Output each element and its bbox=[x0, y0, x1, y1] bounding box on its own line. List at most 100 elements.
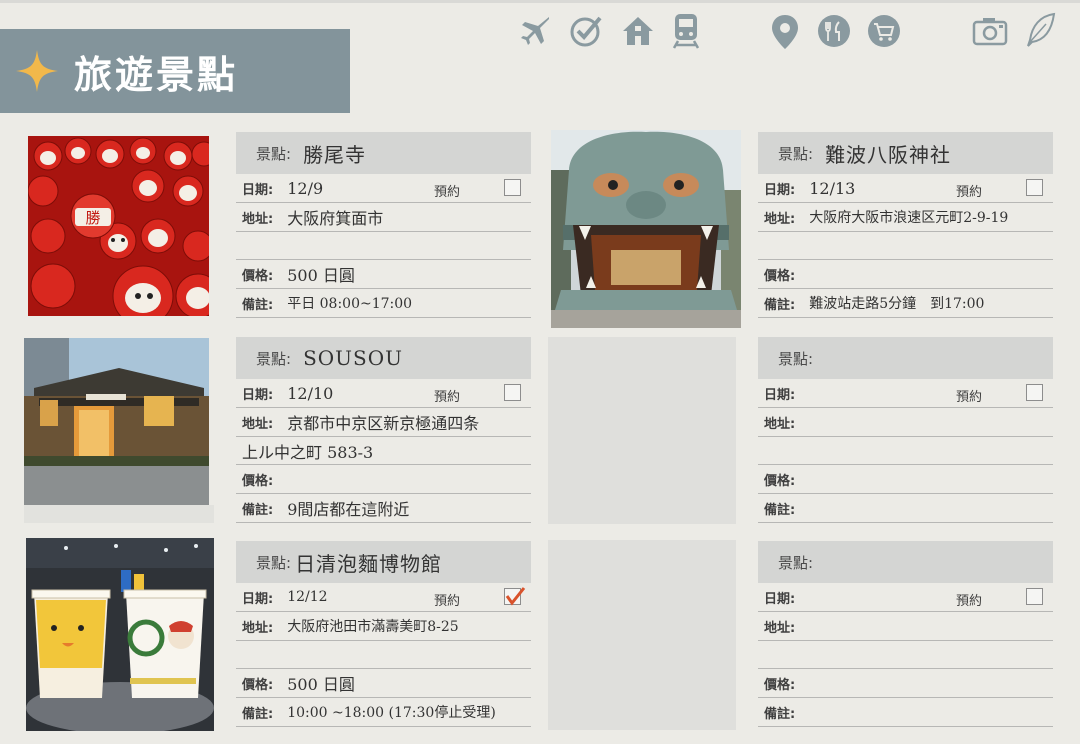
name-label: 景點: bbox=[256, 553, 292, 572]
address-value[interactable]: 大阪府大阪市浪速区元町2-9-19 bbox=[809, 207, 1008, 227]
address-label: 地址: bbox=[242, 211, 274, 227]
price-row: 價格: 500 日圓 bbox=[236, 669, 531, 698]
reserve-checkbox[interactable] bbox=[1026, 384, 1043, 401]
attraction-card: 景點: 難波八阪神社 日期: 12/13 預約 地址: 大阪府大阪市浪速区元町2… bbox=[758, 132, 1053, 318]
price-label: 價格: bbox=[764, 268, 796, 284]
date-value[interactable]: 12/10 bbox=[287, 384, 333, 403]
title-banner: 旅遊景點 bbox=[0, 29, 350, 113]
address-value-line2[interactable]: 上ル中之町 583-3 bbox=[242, 439, 373, 463]
note-value[interactable]: 9間店都在這附近 bbox=[287, 496, 409, 520]
photo-frame-edge bbox=[24, 505, 214, 523]
date-label: 日期: bbox=[764, 591, 796, 607]
note-value[interactable]: 10:00 ~18:00 (17:30停止受理) bbox=[287, 702, 496, 722]
note-value[interactable]: 難波站走路5分鐘 到17:00 bbox=[809, 293, 984, 313]
address-label: 地址: bbox=[242, 416, 274, 432]
address-label: 地址: bbox=[764, 416, 796, 432]
price-label: 價格: bbox=[764, 473, 796, 489]
name-label: 景點: bbox=[778, 349, 814, 368]
reserve-label: 預約 bbox=[956, 594, 983, 609]
camera-icon[interactable] bbox=[972, 16, 1008, 46]
name-label: 景點: bbox=[778, 144, 814, 163]
date-label: 日期: bbox=[764, 387, 796, 403]
date-row: 日期: 預約 bbox=[758, 583, 1053, 612]
note-value[interactable]: 平日 08:00~17:00 bbox=[287, 293, 412, 313]
namba-yasaka-shrine-photo bbox=[551, 130, 741, 328]
feather-icon[interactable] bbox=[1024, 12, 1056, 48]
note-row: 備註: 難波站走路5分鐘 到17:00 bbox=[758, 289, 1053, 318]
note-row: 備註: 平日 08:00~17:00 bbox=[236, 289, 531, 318]
note-row: 備註: bbox=[758, 698, 1053, 727]
reserve-label: 預約 bbox=[434, 594, 461, 609]
note-row: 備註: 9間店都在這附近 bbox=[236, 494, 531, 523]
address-label: 地址: bbox=[764, 620, 796, 636]
address-row: 地址: 大阪府池田市滿壽美町8-25 bbox=[236, 612, 531, 641]
note-label: 備註: bbox=[764, 297, 796, 313]
train-icon[interactable] bbox=[671, 12, 701, 50]
reserve-label: 預約 bbox=[956, 185, 983, 200]
attraction-card: 景點: 勝尾寺 日期: 12/9 預約 地址: 大阪府箕面市 價格: 500 日… bbox=[236, 132, 531, 318]
address-continued-row bbox=[236, 641, 531, 669]
page-title: 旅遊景點 bbox=[74, 51, 239, 97]
address-row: 地址: bbox=[758, 612, 1053, 641]
note-label: 備註: bbox=[242, 297, 274, 313]
reserve-label: 預約 bbox=[434, 390, 461, 405]
name-row: 景點: 勝尾寺 bbox=[236, 132, 531, 174]
address-value[interactable]: 京都市中京区新京極通四条 bbox=[287, 410, 479, 434]
price-label: 價格: bbox=[764, 677, 796, 693]
reserve-label: 預約 bbox=[434, 185, 461, 200]
price-row: 價格: 500 日圓 bbox=[236, 260, 531, 289]
price-label: 價格: bbox=[242, 473, 274, 489]
name-value[interactable]: 難波八阪神社 bbox=[825, 139, 951, 168]
date-label: 日期: bbox=[242, 387, 274, 403]
date-label: 日期: bbox=[242, 182, 274, 198]
attraction-card: 景點: 日清泡麵博物館 日期: 12/12 預約 地址: 大阪府池田市滿壽美町8… bbox=[236, 541, 531, 727]
price-value[interactable]: 500 日圓 bbox=[287, 262, 355, 286]
svg-text:勝: 勝 bbox=[85, 209, 100, 227]
sparkle-icon bbox=[16, 50, 58, 92]
address-row: 地址: 京都市中京区新京極通四条 bbox=[236, 408, 531, 437]
photo-placeholder bbox=[548, 337, 736, 524]
sousou-store-photo bbox=[24, 338, 209, 505]
price-value[interactable]: 500 日圓 bbox=[287, 671, 355, 695]
name-label: 景點: bbox=[778, 553, 814, 572]
name-value[interactable]: 日清泡麵博物館 bbox=[295, 548, 442, 577]
home-icon[interactable] bbox=[621, 14, 655, 48]
check-mark-icon bbox=[505, 587, 526, 606]
checkmark-icon[interactable] bbox=[569, 14, 603, 48]
note-label: 備註: bbox=[242, 706, 274, 722]
address-row: 地址: bbox=[758, 408, 1053, 437]
reserve-checkbox[interactable] bbox=[504, 179, 521, 196]
restaurant-icon[interactable] bbox=[817, 14, 851, 48]
note-row: 備註: bbox=[758, 494, 1053, 523]
airplane-icon[interactable] bbox=[518, 14, 552, 48]
reserve-checkbox[interactable] bbox=[504, 384, 521, 401]
name-label: 景點: bbox=[256, 349, 292, 368]
name-row: 景點: 難波八阪神社 bbox=[758, 132, 1053, 174]
date-row: 日期: 12/10 預約 bbox=[236, 379, 531, 408]
note-label: 備註: bbox=[764, 502, 796, 518]
reserve-label: 預約 bbox=[956, 390, 983, 405]
location-pin-icon[interactable] bbox=[770, 14, 800, 50]
date-value[interactable]: 12/12 bbox=[287, 589, 327, 605]
date-row: 日期: 12/9 預約 bbox=[236, 174, 531, 203]
address-row: 地址: 大阪府箕面市 bbox=[236, 203, 531, 232]
name-value[interactable]: SOUSOU bbox=[303, 346, 403, 370]
address-value[interactable]: 大阪府箕面市 bbox=[287, 205, 383, 229]
date-value[interactable]: 12/9 bbox=[287, 179, 323, 198]
shopping-cart-icon[interactable] bbox=[867, 14, 901, 48]
address-value[interactable]: 大阪府池田市滿壽美町8-25 bbox=[287, 616, 458, 636]
cup-noodles-photo bbox=[26, 538, 214, 731]
reserve-checkbox[interactable] bbox=[1026, 179, 1043, 196]
name-value[interactable]: 勝尾寺 bbox=[303, 139, 366, 168]
price-row: 價格: bbox=[758, 260, 1053, 289]
date-value[interactable]: 12/13 bbox=[809, 179, 855, 198]
address-continued-row bbox=[236, 232, 531, 260]
reserve-checkbox-checked[interactable] bbox=[504, 587, 526, 606]
price-row: 價格: bbox=[758, 669, 1053, 698]
attraction-card: 景點: SOUSOU 日期: 12/10 預約 地址: 京都市中京区新京極通四条… bbox=[236, 337, 531, 523]
photo-placeholder bbox=[548, 540, 736, 730]
reserve-checkbox[interactable] bbox=[1026, 588, 1043, 605]
top-edge-line bbox=[0, 0, 1080, 3]
price-label: 價格: bbox=[242, 677, 274, 693]
date-label: 日期: bbox=[764, 182, 796, 198]
